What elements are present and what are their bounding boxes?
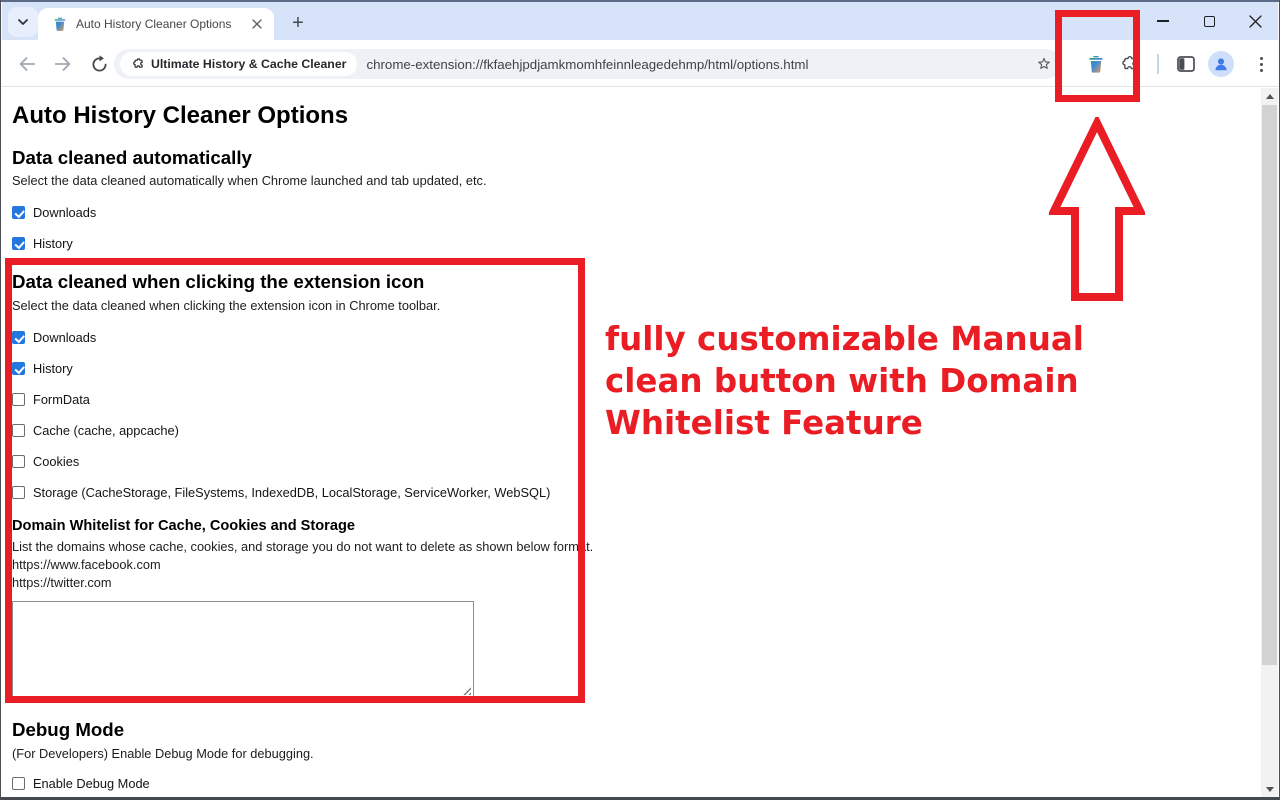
auto-downloads-checkbox[interactable] xyxy=(12,206,25,219)
forward-button[interactable] xyxy=(51,52,75,76)
new-tab-button[interactable]: + xyxy=(286,11,310,35)
page-title: Auto History Cleaner Options xyxy=(12,102,1261,131)
click-storage-checkbox[interactable] xyxy=(12,486,25,499)
extensions-menu-button[interactable] xyxy=(1119,54,1139,74)
window-maximize-button[interactable] xyxy=(1194,6,1224,36)
browser-window: Auto History Cleaner Options + xyxy=(0,0,1280,800)
person-icon xyxy=(1212,55,1230,73)
toolbar-separator xyxy=(1157,54,1159,74)
click-downloads-checkbox[interactable] xyxy=(12,331,25,344)
extension-trash-button[interactable] xyxy=(1086,54,1106,74)
checkbox-row: FormData xyxy=(12,392,1261,407)
reload-icon xyxy=(89,54,110,75)
debug-mode-checkbox[interactable] xyxy=(12,777,25,790)
checkbox-row: Cache (cache, appcache) xyxy=(12,423,1261,438)
checkbox-row: Downloads xyxy=(12,205,1261,220)
whitelist-heading: Domain Whitelist for Cache, Cookies and … xyxy=(12,518,1261,536)
click-cache-checkbox[interactable] xyxy=(12,424,25,437)
extension-chip-label: Ultimate History & Cache Cleaner xyxy=(151,57,346,71)
checkbox-label: Enable Debug Mode xyxy=(33,776,150,791)
tab-close-button[interactable] xyxy=(248,15,266,33)
side-panel-button[interactable] xyxy=(1176,54,1196,74)
click-section-heading: Data cleaned when clicking the extension… xyxy=(12,271,1261,293)
kebab-icon xyxy=(1260,57,1263,72)
close-icon xyxy=(1249,15,1262,28)
bookmark-star-button[interactable] xyxy=(1036,56,1052,72)
whitelist-textarea-wrap xyxy=(12,601,474,698)
browser-menu-button[interactable] xyxy=(1251,54,1271,74)
click-history-checkbox[interactable] xyxy=(12,362,25,375)
whitelist-example-domain: https://www.facebook.com xyxy=(12,556,1261,573)
back-button[interactable] xyxy=(15,52,39,76)
auto-section-heading: Data cleaned automatically xyxy=(12,147,1261,169)
chevron-down-icon xyxy=(16,15,30,29)
checkbox-row: Storage (CacheStorage, FileSystems, Inde… xyxy=(12,485,1261,500)
browser-tab[interactable]: Auto History Cleaner Options xyxy=(38,8,274,40)
window-minimize-button[interactable] xyxy=(1148,6,1178,36)
extension-chip-icon xyxy=(131,57,145,71)
click-section-description: Select the data cleaned when clicking th… xyxy=(12,298,1261,314)
debug-heading: Debug Mode xyxy=(12,719,1261,741)
url-text: chrome-extension://fkfaehjpdjamkmomhfein… xyxy=(366,57,808,72)
checkbox-label: Downloads xyxy=(33,205,96,220)
vertical-scrollbar[interactable] xyxy=(1261,88,1278,797)
extension-name-chip[interactable]: Ultimate History & Cache Cleaner xyxy=(120,52,357,76)
tab-strip: Auto History Cleaner Options + xyxy=(2,2,1278,40)
checkbox-label: FormData xyxy=(33,392,90,407)
side-panel-icon xyxy=(1176,54,1196,74)
tab-search-button[interactable] xyxy=(8,7,38,37)
checkbox-label: Storage (CacheStorage, FileSystems, Inde… xyxy=(33,485,550,500)
tab-title: Auto History Cleaner Options xyxy=(76,17,240,31)
checkbox-row: Cookies xyxy=(12,454,1261,469)
scroll-up-button[interactable] xyxy=(1261,88,1278,104)
auto-history-checkbox[interactable] xyxy=(12,237,25,250)
forward-arrow-icon xyxy=(52,53,74,75)
reload-button[interactable] xyxy=(87,52,111,76)
whitelist-description: List the domains whose cache, cookies, a… xyxy=(12,539,1261,555)
checkbox-label: Cookies xyxy=(33,454,79,469)
minimize-icon xyxy=(1157,20,1169,22)
whitelist-example-domain: https://twitter.com xyxy=(12,574,1261,591)
checkbox-label: Cache (cache, appcache) xyxy=(33,423,179,438)
auto-section-description: Select the data cleaned automatically wh… xyxy=(12,173,1261,189)
checkbox-row: History xyxy=(12,236,1261,251)
scrollbar-thumb[interactable] xyxy=(1262,105,1277,665)
scroll-down-button[interactable] xyxy=(1261,781,1278,797)
address-bar[interactable]: Ultimate History & Cache Cleaner chrome-… xyxy=(114,49,1061,79)
star-icon xyxy=(1036,56,1052,72)
trash-icon xyxy=(1086,54,1106,74)
close-icon xyxy=(252,19,262,29)
debug-description: (For Developers) Enable Debug Mode for d… xyxy=(12,746,1261,762)
checkbox-label: History xyxy=(33,236,73,251)
checkbox-row: Downloads xyxy=(12,330,1261,345)
checkbox-row: History xyxy=(12,361,1261,376)
options-page: Auto History Cleaner Options Data cleane… xyxy=(2,88,1261,797)
whitelist-textarea[interactable] xyxy=(12,601,474,698)
window-close-button[interactable] xyxy=(1240,6,1270,36)
checkbox-label: Downloads xyxy=(33,330,96,345)
back-arrow-icon xyxy=(16,53,38,75)
puzzle-icon xyxy=(1119,54,1139,74)
triangle-down-icon xyxy=(1266,787,1274,792)
tab-favicon-trash-icon xyxy=(52,16,68,32)
maximize-icon xyxy=(1204,16,1215,27)
click-formdata-checkbox[interactable] xyxy=(12,393,25,406)
window-frame-top xyxy=(1,0,1279,2)
checkbox-row: Enable Debug Mode xyxy=(12,776,1261,791)
triangle-up-icon xyxy=(1266,94,1274,99)
checkbox-label: History xyxy=(33,361,73,376)
click-cookies-checkbox[interactable] xyxy=(12,455,25,468)
profile-avatar-button[interactable] xyxy=(1208,51,1234,77)
